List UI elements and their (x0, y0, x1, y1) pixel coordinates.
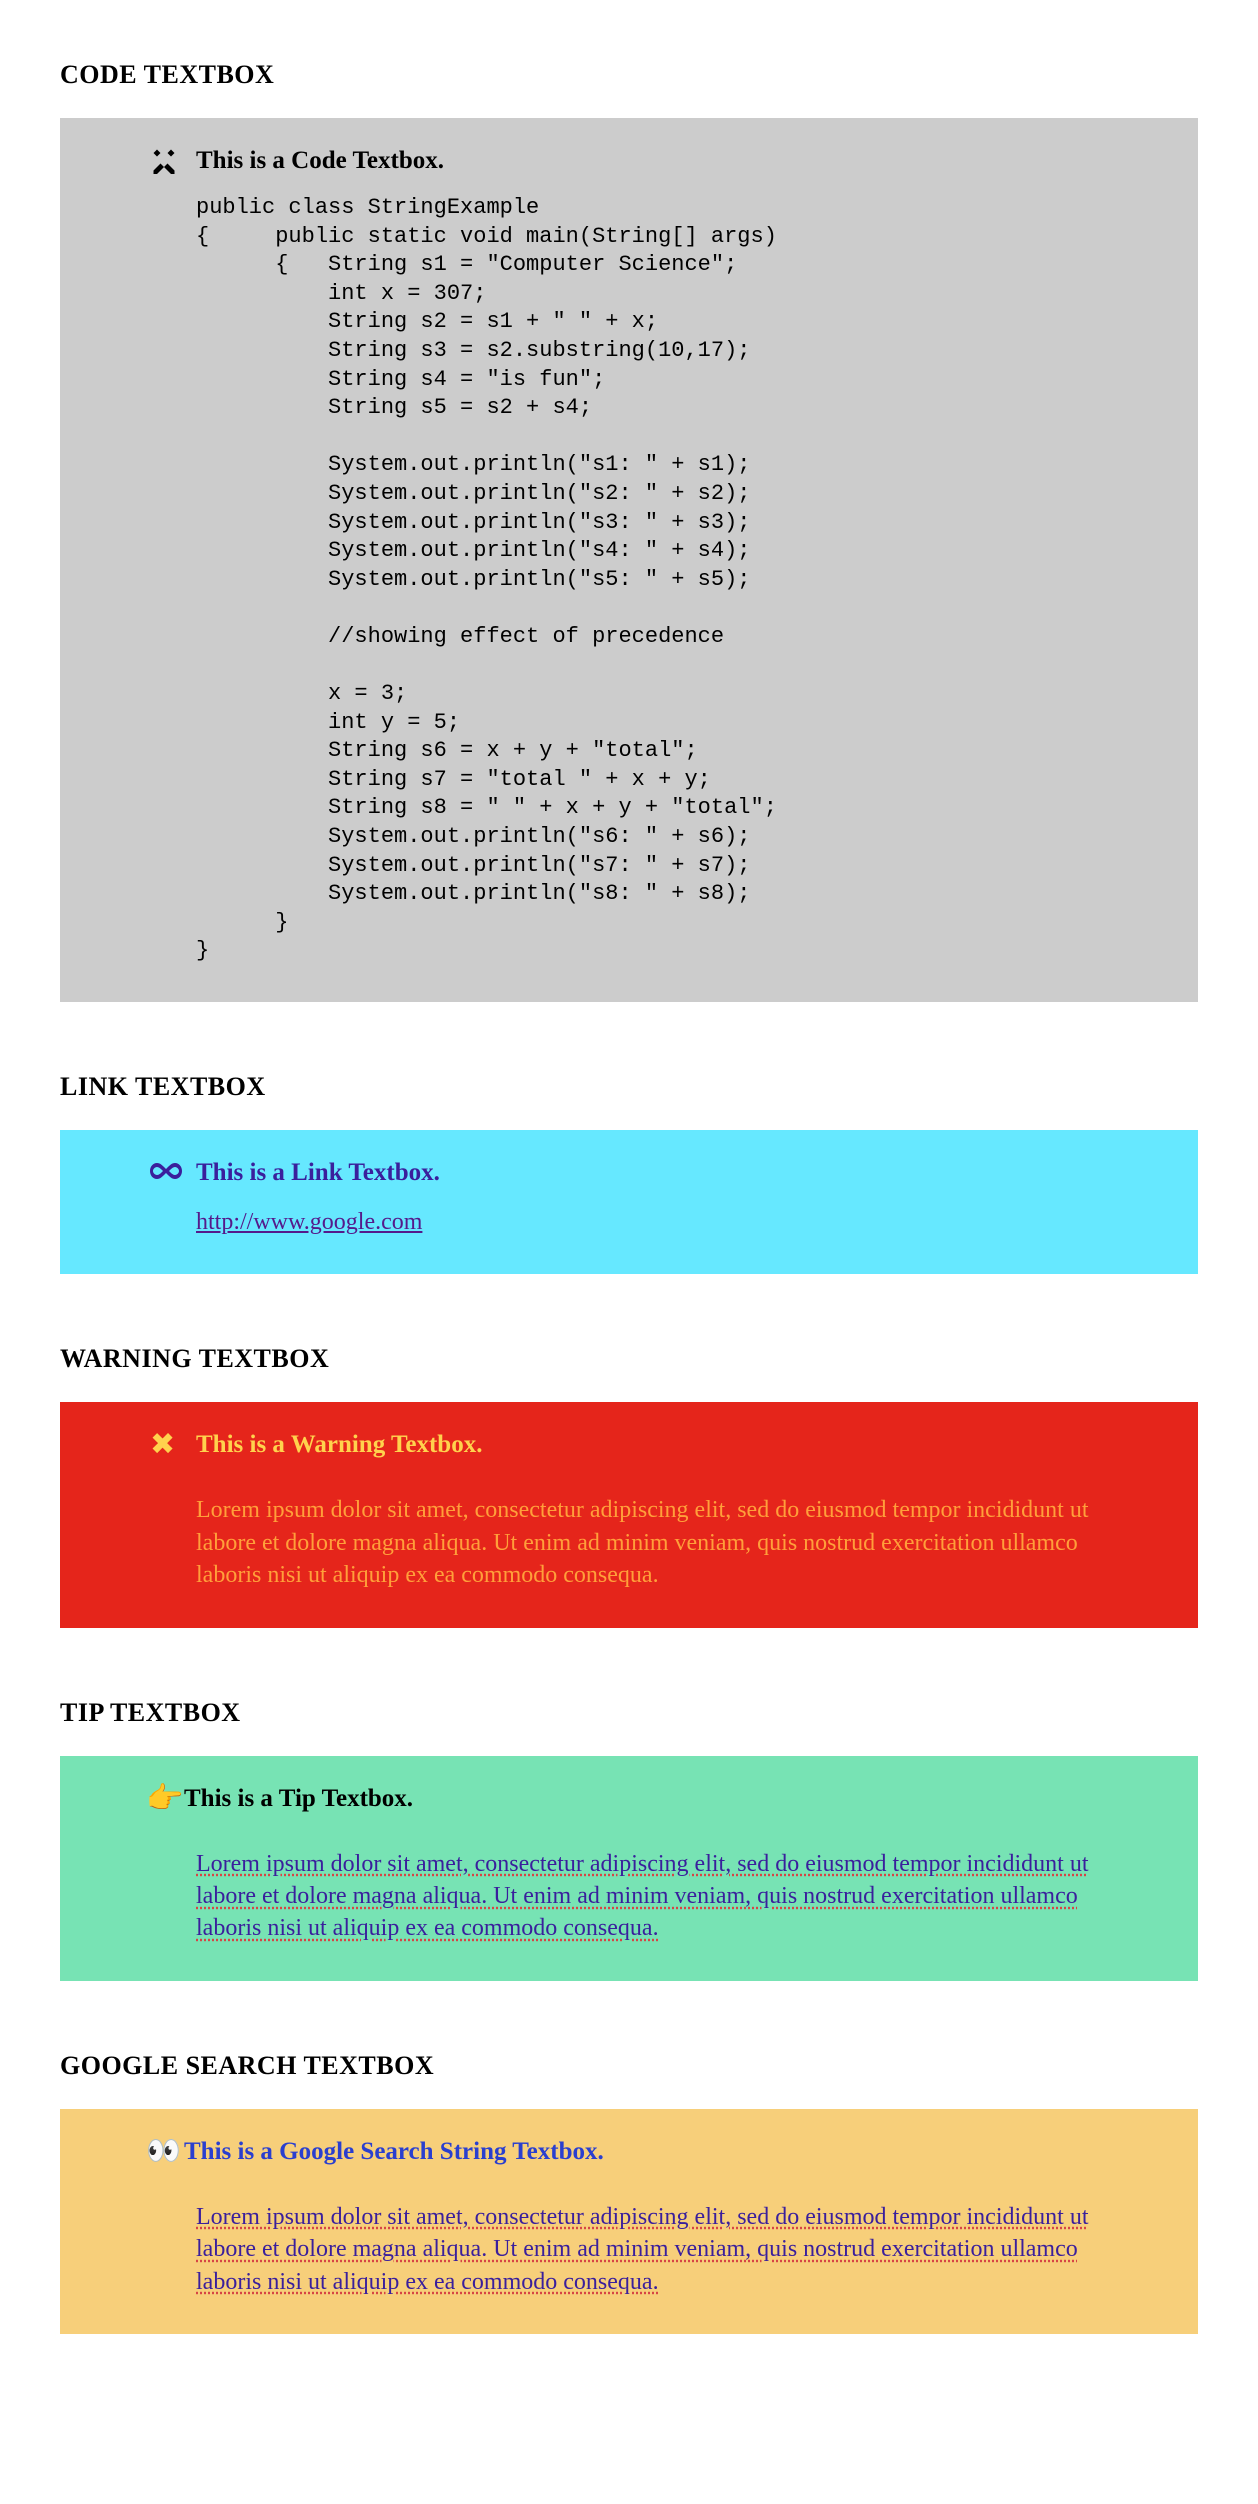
google-textbox: 👀 This is a Google Search String Textbox… (60, 2109, 1198, 2334)
warning-textbox: ✖ This is a Warning Textbox. Lorem ipsum… (60, 1402, 1198, 1627)
tip-section: TIP TEXTBOX 👉 This is a Tip Textbox. Lor… (60, 1698, 1198, 1981)
google-section: GOOGLE SEARCH TEXTBOX 👀 This is a Google… (60, 2051, 1198, 2334)
tip-textbox: 👉 This is a Tip Textbox. Lorem ipsum dol… (60, 1756, 1198, 1981)
code-content: public class StringExample { public stat… (100, 194, 1158, 966)
warning-head: ✖ This is a Warning Textbox. (100, 1430, 1158, 1460)
pointing-hand-icon: 👉 (146, 1784, 180, 1814)
link-content: http://www.google.com (100, 1206, 1158, 1238)
code-section: CODE TEXTBOX This is a Code Textbox. pub… (60, 60, 1198, 1002)
link-head: This is a Link Textbox. (100, 1158, 1158, 1188)
warning-section: WARNING TEXTBOX ✖ This is a Warning Text… (60, 1344, 1198, 1627)
warning-title: This is a Warning Textbox. (196, 1431, 482, 1459)
link-textbox: This is a Link Textbox. http://www.googl… (60, 1130, 1198, 1274)
google-content: Lorem ipsum dolor sit amet, consectetur … (100, 2201, 1158, 2298)
google-head: 👀 This is a Google Search String Textbox… (100, 2137, 1158, 2167)
tip-title: This is a Tip Textbox. (184, 1785, 413, 1813)
infinity-icon (150, 1158, 184, 1188)
link-heading: LINK TEXTBOX (60, 1072, 1198, 1102)
tip-head: 👉 This is a Tip Textbox. (100, 1784, 1158, 1814)
code-textbox: This is a Code Textbox. public class Str… (60, 118, 1198, 1002)
tip-heading: TIP TEXTBOX (60, 1698, 1198, 1728)
code-heading: CODE TEXTBOX (60, 60, 1198, 90)
code-head: This is a Code Textbox. (100, 146, 1158, 176)
tools-icon (150, 146, 184, 176)
google-heading: GOOGLE SEARCH TEXTBOX (60, 2051, 1198, 2081)
google-title: This is a Google Search String Textbox. (184, 2138, 604, 2166)
warning-heading: WARNING TEXTBOX (60, 1344, 1198, 1374)
link-url[interactable]: http://www.google.com (196, 1209, 422, 1235)
link-title: This is a Link Textbox. (196, 1159, 440, 1187)
eyes-icon: 👀 (146, 2137, 180, 2167)
tip-content: Lorem ipsum dolor sit amet, consectetur … (100, 1848, 1158, 1945)
warning-content: Lorem ipsum dolor sit amet, consectetur … (100, 1494, 1158, 1591)
code-title: This is a Code Textbox. (196, 147, 444, 175)
link-section: LINK TEXTBOX This is a Link Textbox. htt… (60, 1072, 1198, 1274)
cross-icon: ✖ (150, 1430, 184, 1460)
